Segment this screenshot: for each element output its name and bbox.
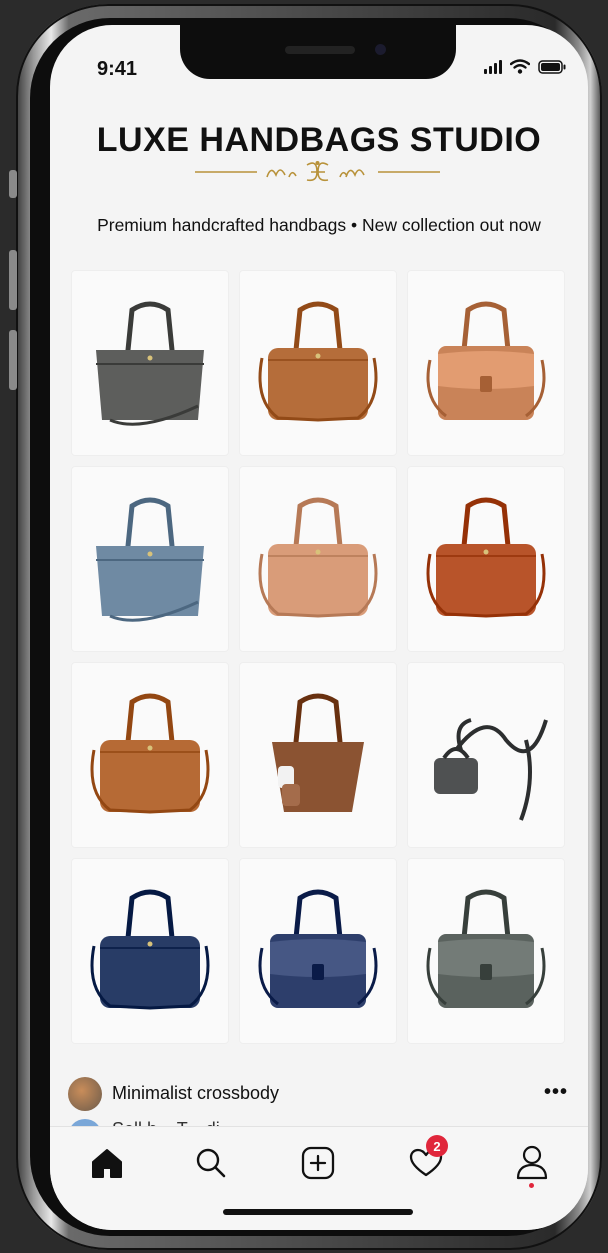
tab-search[interactable] — [191, 1143, 231, 1183]
product-card[interactable] — [71, 858, 229, 1044]
bottom-tab-bar: 2 — [50, 1126, 588, 1230]
product-card[interactable] — [71, 270, 229, 456]
volume-down-button — [9, 330, 17, 390]
tab-activity[interactable]: 2 — [406, 1135, 448, 1183]
product-card[interactable] — [239, 270, 397, 456]
green-flap-bag-icon — [426, 889, 546, 1008]
mute-switch — [9, 170, 17, 198]
navy-flap-bag-icon — [258, 889, 378, 1008]
front-camera — [375, 44, 386, 55]
app-screen: 9:41 LUXE HANDBAGS STUDIO Premium handcr… — [50, 25, 588, 1230]
volume-up-button — [9, 250, 17, 310]
profile-icon — [516, 1145, 548, 1180]
cognac-satchel-bag-icon — [90, 693, 210, 814]
store-title: LUXE HANDBAGS STUDIO — [96, 121, 542, 159]
product-card[interactable] — [71, 466, 229, 652]
product-card[interactable] — [407, 662, 565, 848]
peach-satchel-bag-icon — [258, 497, 378, 618]
tan-satchel-bag-icon — [258, 301, 378, 422]
status-icons — [484, 59, 566, 74]
home-icon — [92, 1149, 122, 1178]
blue-tote-bag-icon — [96, 497, 204, 622]
product-card[interactable] — [239, 466, 397, 652]
product-card[interactable] — [407, 466, 565, 652]
gray-crossbody-bag-icon — [434, 718, 548, 821]
product-card[interactable] — [71, 662, 229, 848]
post-title: Minimalist crossbody — [112, 1083, 280, 1103]
product-card[interactable] — [407, 858, 565, 1044]
tab-create[interactable] — [298, 1143, 338, 1183]
ornament-divider-icon — [195, 161, 440, 182]
tab-home[interactable] — [87, 1143, 127, 1183]
product-card[interactable] — [407, 270, 565, 456]
tab-profile[interactable] — [512, 1143, 552, 1188]
rust-satchel-bag-icon — [426, 497, 546, 618]
brown-tote-bag-icon — [272, 693, 364, 812]
notch — [180, 25, 456, 79]
tan-flap-bag-icon — [426, 301, 546, 420]
plus-square-icon — [301, 1146, 335, 1180]
cellular-signal-icon — [484, 59, 502, 74]
notification-badge: 2 — [426, 1135, 448, 1157]
battery-icon — [538, 59, 566, 74]
speaker-grille — [285, 46, 355, 54]
search-icon — [196, 1148, 226, 1178]
gray-tote-bag-icon — [96, 301, 204, 426]
product-card[interactable] — [239, 858, 397, 1044]
store-subtitle: Premium handcrafted handbags • New colle… — [97, 215, 541, 235]
product-grid — [71, 270, 568, 1044]
more-options-icon[interactable]: ••• — [544, 1081, 568, 1104]
home-indicator — [223, 1209, 413, 1215]
wifi-icon — [510, 59, 530, 74]
avatar[interactable] — [68, 1077, 102, 1111]
activity-dot — [529, 1183, 534, 1188]
feed-post[interactable]: Minimalist crossbody ••• — [68, 1077, 568, 1111]
status-time: 9:41 — [97, 58, 138, 80]
navy-satchel-bag-icon — [90, 889, 210, 1010]
product-card[interactable] — [239, 662, 397, 848]
